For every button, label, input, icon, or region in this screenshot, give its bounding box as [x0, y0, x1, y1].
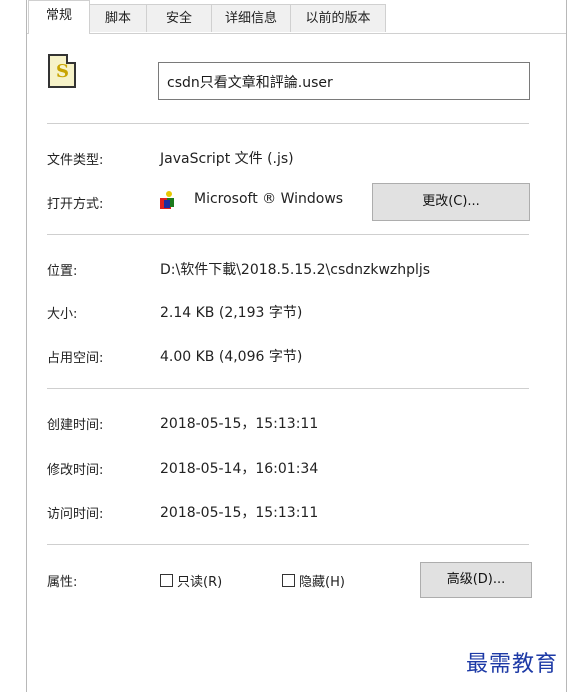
checkbox-box-icon[interactable]: [282, 573, 295, 587]
checkbox-box-icon[interactable]: [160, 573, 173, 587]
accessed-label: 访问时间:: [47, 507, 104, 522]
tab-general[interactable]: 常规: [28, 0, 90, 34]
readonly-label: 只读(R): [177, 574, 223, 590]
divider: [47, 234, 529, 235]
attributes-label: 属性:: [47, 575, 78, 590]
modified-label: 修改时间:: [47, 463, 104, 478]
divider: [47, 544, 529, 545]
hidden-checkbox[interactable]: 隐藏(H): [282, 571, 345, 590]
readonly-checkbox[interactable]: 只读(R): [160, 571, 223, 590]
tab-script[interactable]: 脚本: [89, 4, 147, 32]
file-type-label: 文件类型:: [47, 153, 104, 168]
tab-details[interactable]: 详细信息: [211, 4, 291, 32]
watermark: 最需教育: [466, 652, 559, 677]
open-with-value: Microsoft ® Windows: [194, 191, 344, 207]
open-with-label: 打开方式:: [47, 197, 104, 212]
divider: [47, 388, 529, 389]
disk-size-label: 占用空间:: [47, 351, 104, 366]
hidden-label: 隐藏(H): [299, 574, 345, 590]
tab-divider: [27, 33, 566, 34]
size-label: 大小:: [47, 307, 78, 322]
change-button[interactable]: 更改(C)...: [372, 183, 530, 221]
script-file-icon: S: [48, 54, 76, 88]
advanced-button[interactable]: 高级(D)...: [420, 562, 532, 598]
windows-script-host-icon: [160, 191, 178, 209]
location-label: 位置:: [47, 264, 78, 279]
window-left-border: [26, 0, 27, 692]
disk-size-value: 4.00 KB (4,096 字节): [160, 349, 303, 365]
location-value: D:\软件下載\2018.5.15.2\csdnzkwzhpljs: [160, 262, 431, 278]
created-label: 创建时间:: [47, 418, 104, 433]
accessed-value: 2018-05-15，15:13:11: [160, 505, 319, 521]
window-right-border: [566, 0, 567, 692]
tab-previous-versions[interactable]: 以前的版本: [290, 4, 386, 32]
size-value: 2.14 KB (2,193 字节): [160, 305, 303, 321]
file-type-value: JavaScript 文件 (.js): [160, 151, 294, 167]
tab-security[interactable]: 安全: [146, 4, 212, 32]
file-name-field[interactable]: csdn只看文章和評論.user: [158, 62, 530, 100]
created-value: 2018-05-15，15:13:11: [160, 416, 319, 432]
modified-value: 2018-05-14，16:01:34: [160, 461, 319, 477]
divider: [47, 123, 529, 124]
